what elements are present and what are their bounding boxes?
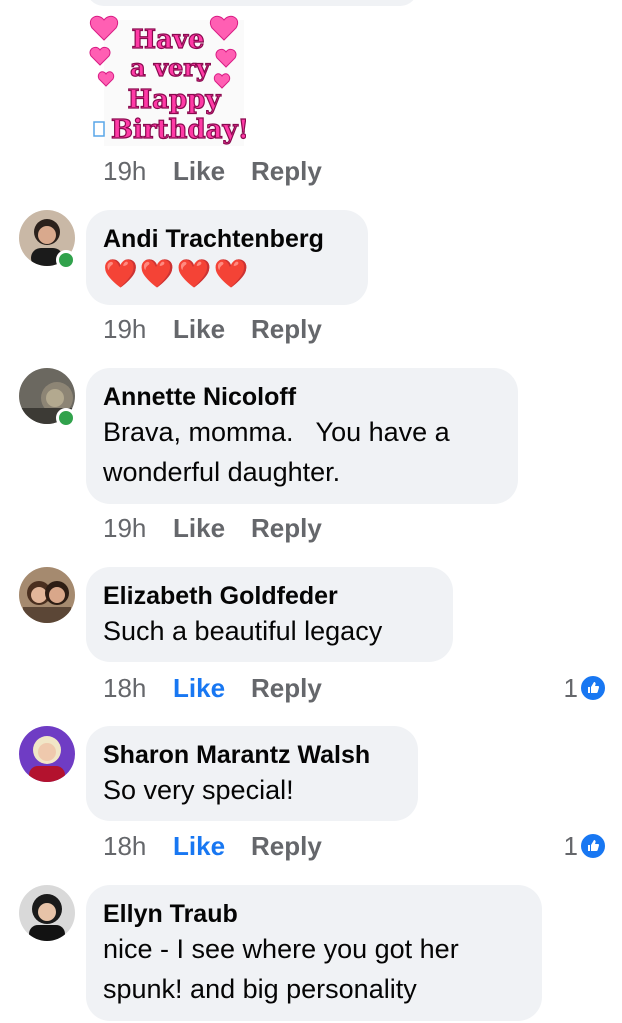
comment-bubble[interactable]: Andi Trachtenberg ❤️❤️❤️❤️	[86, 210, 368, 305]
reply-button[interactable]: Reply	[251, 831, 322, 862]
reaction-summary[interactable]: 1	[564, 831, 606, 861]
comment-time: 18h	[103, 830, 147, 861]
comment-time: 19h	[103, 512, 147, 543]
comment-meta-row: 18h Like Reply	[103, 673, 322, 703]
reaction-count: 1	[563, 672, 578, 703]
comment-bubble[interactable]: Sharon Marantz Walsh So very special!	[86, 726, 418, 821]
thumbs-up-icon	[580, 675, 606, 701]
comment-text: Such a beautiful legacy	[103, 616, 383, 646]
comment-meta-row: 19h Like Reply	[103, 314, 322, 344]
online-status-indicator	[56, 408, 76, 428]
sticker-line-2: a very	[130, 53, 211, 82]
comment-time: 19h	[103, 155, 147, 186]
like-button[interactable]: Like	[173, 831, 251, 862]
commenter-name[interactable]: Sharon Marantz Walsh	[103, 740, 400, 770]
comment-text-line-2: wonderful daughter.	[103, 457, 341, 487]
like-button[interactable]: Like	[173, 513, 251, 544]
comment-text-line-2: spunk! and big personality	[103, 974, 417, 1004]
comment-bubble[interactable]: Ellyn Traub nice - I see where you got h…	[86, 885, 542, 1021]
commenter-name[interactable]: Elizabeth Goldfeder	[103, 581, 435, 611]
avatar[interactable]	[19, 726, 75, 782]
comment-text: ❤️❤️❤️❤️	[103, 258, 251, 289]
sticker-line-4: Birthday!	[111, 115, 246, 145]
comment-time: 18h	[103, 672, 147, 703]
comment-time: 19h	[103, 313, 147, 344]
reaction-summary[interactable]: 1	[564, 673, 606, 703]
thumbs-up-icon	[580, 833, 606, 859]
commenter-name[interactable]: Ellyn Traub	[103, 899, 524, 929]
comment-meta-row: 19h Like Reply	[103, 513, 322, 543]
comment-bubble[interactable]: Annette Nicoloff Brava, momma. You have …	[86, 368, 518, 504]
comment-text-line-1: Brava, momma. You have a	[103, 417, 450, 447]
comment-meta-row: 19h Like Reply	[103, 156, 322, 186]
sticker-line-3: Happy	[128, 85, 222, 115]
commenter-name[interactable]: Andi Trachtenberg	[103, 224, 350, 254]
reaction-count: 1	[563, 830, 578, 861]
reply-button[interactable]: Reply	[251, 314, 322, 345]
commenter-name[interactable]: Annette Nicoloff	[103, 382, 500, 412]
birthday-sticker-image[interactable]: Have a very Happy Birthday!	[84, 10, 246, 146]
birthday-sticker-graphic: Have a very Happy Birthday!	[89, 15, 246, 146]
reply-button[interactable]: Reply	[251, 156, 322, 187]
like-button[interactable]: Like	[173, 156, 251, 187]
avatar[interactable]	[19, 567, 75, 623]
comment-text: So very special!	[103, 775, 294, 805]
like-button[interactable]: Like	[173, 673, 251, 704]
comment-text-line-1: nice - I see where you got her	[103, 934, 459, 964]
previous-comment-bubble	[86, 0, 418, 6]
comment-bubble[interactable]: Elizabeth Goldfeder Such a beautiful leg…	[86, 567, 453, 662]
like-button[interactable]: Like	[173, 314, 251, 345]
reply-button[interactable]: Reply	[251, 673, 322, 704]
avatar[interactable]	[19, 885, 75, 941]
sticker-line-1: Have	[131, 25, 204, 55]
reply-button[interactable]: Reply	[251, 513, 322, 544]
online-status-indicator	[56, 250, 76, 270]
comment-meta-row: 18h Like Reply	[103, 831, 322, 861]
